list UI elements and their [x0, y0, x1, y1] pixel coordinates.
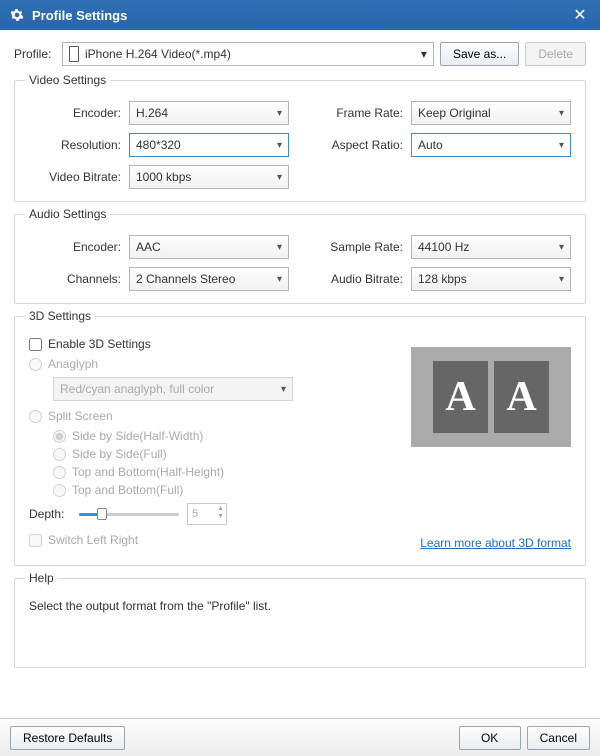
- device-icon: [69, 46, 79, 62]
- settings-gear-icon: [10, 8, 24, 22]
- anaglyph-radio: [29, 358, 42, 371]
- audio-bitrate-select[interactable]: 128 kbps: [411, 267, 571, 291]
- audio-encoder-label: Encoder:: [29, 240, 129, 254]
- delete-button: Delete: [525, 42, 586, 66]
- split-radio: [29, 410, 42, 423]
- spin-down-icon: ▼: [217, 513, 224, 521]
- samplerate-select[interactable]: 44100 Hz: [411, 235, 571, 259]
- chevron-down-icon: [559, 140, 564, 151]
- audio-encoder-select[interactable]: AAC: [129, 235, 289, 259]
- channels-label: Channels:: [29, 272, 129, 286]
- chevron-down-icon: [421, 47, 427, 61]
- video-encoder-select[interactable]: H.264: [129, 101, 289, 125]
- aspect-select[interactable]: Auto: [411, 133, 571, 157]
- resolution-select[interactable]: 480*320: [129, 133, 289, 157]
- video-legend: Video Settings: [25, 73, 110, 87]
- tab-half-radio: [53, 466, 66, 479]
- threed-preview: A A: [411, 347, 571, 447]
- depth-slider[interactable]: [79, 506, 179, 522]
- video-bitrate-label: Video Bitrate:: [29, 170, 129, 184]
- channels-select[interactable]: 2 Channels Stereo: [129, 267, 289, 291]
- sbs-full-radio: [53, 448, 66, 461]
- resolution-label: Resolution:: [29, 138, 129, 152]
- anaglyph-row: Anaglyph: [29, 357, 369, 371]
- help-legend: Help: [25, 571, 58, 585]
- video-bitrate-select[interactable]: 1000 kbps: [129, 165, 289, 189]
- chevron-down-icon: [277, 140, 282, 151]
- window-title: Profile Settings: [32, 8, 570, 23]
- chevron-down-icon: [277, 242, 282, 253]
- depth-label: Depth:: [29, 507, 71, 521]
- switch-lr-checkbox: [29, 534, 42, 547]
- chevron-down-icon: [277, 172, 282, 183]
- profile-value: iPhone H.264 Video(*.mp4): [85, 47, 231, 61]
- depth-spinner: 5 ▲▼: [187, 503, 227, 525]
- profile-select[interactable]: iPhone H.264 Video(*.mp4): [62, 42, 434, 66]
- split-row: Split Screen: [29, 409, 369, 423]
- content-area: Profile: iPhone H.264 Video(*.mp4) Save …: [0, 30, 600, 718]
- audio-legend: Audio Settings: [25, 207, 110, 221]
- video-settings-group: Video Settings Encoder: H.264 Frame Rate…: [14, 80, 586, 202]
- enable-3d-label: Enable 3D Settings: [48, 337, 151, 351]
- chevron-down-icon: [277, 108, 282, 119]
- restore-defaults-button[interactable]: Restore Defaults: [10, 726, 125, 750]
- video-encoder-label: Encoder:: [29, 106, 129, 120]
- profile-label: Profile:: [14, 47, 56, 61]
- help-group: Help Select the output format from the "…: [14, 578, 586, 668]
- help-text: Select the output format from the "Profi…: [29, 599, 571, 613]
- enable-3d-checkbox[interactable]: [29, 338, 42, 351]
- aspect-label: Aspect Ratio:: [311, 138, 411, 152]
- audio-settings-group: Audio Settings Encoder: AAC Sample Rate:…: [14, 214, 586, 304]
- footer: Restore Defaults OK Cancel: [0, 718, 600, 756]
- tab-full-radio: [53, 484, 66, 497]
- framerate-select[interactable]: Keep Original: [411, 101, 571, 125]
- spin-up-icon: ▲: [217, 505, 224, 513]
- ok-button[interactable]: OK: [459, 726, 521, 750]
- chevron-down-icon: [277, 274, 282, 285]
- framerate-label: Frame Rate:: [311, 106, 411, 120]
- save-as-button[interactable]: Save as...: [440, 42, 519, 66]
- samplerate-label: Sample Rate:: [311, 240, 411, 254]
- audio-bitrate-label: Audio Bitrate:: [311, 272, 411, 286]
- cancel-button[interactable]: Cancel: [527, 726, 590, 750]
- threed-legend: 3D Settings: [25, 309, 95, 323]
- split-label: Split Screen: [48, 409, 113, 423]
- anaglyph-mode-select: Red/cyan anaglyph, full color: [53, 377, 293, 401]
- chevron-down-icon: [559, 274, 564, 285]
- chevron-down-icon: [281, 384, 286, 395]
- close-icon[interactable]: ✕: [570, 5, 590, 25]
- threed-settings-group: 3D Settings Enable 3D Settings Anaglyph …: [14, 316, 586, 566]
- learn-more-link[interactable]: Learn more about 3D format: [420, 536, 571, 550]
- preview-right: A: [494, 361, 549, 433]
- preview-left: A: [433, 361, 488, 433]
- switch-lr-label: Switch Left Right: [48, 533, 138, 547]
- switch-lr-row: Switch Left Right: [29, 533, 138, 547]
- titlebar: Profile Settings ✕: [0, 0, 600, 30]
- chevron-down-icon: [559, 242, 564, 253]
- sbs-half-radio: [53, 430, 66, 443]
- profile-row: Profile: iPhone H.264 Video(*.mp4) Save …: [14, 42, 586, 66]
- enable-3d-row: Enable 3D Settings: [29, 337, 369, 351]
- chevron-down-icon: [559, 108, 564, 119]
- anaglyph-label: Anaglyph: [48, 357, 98, 371]
